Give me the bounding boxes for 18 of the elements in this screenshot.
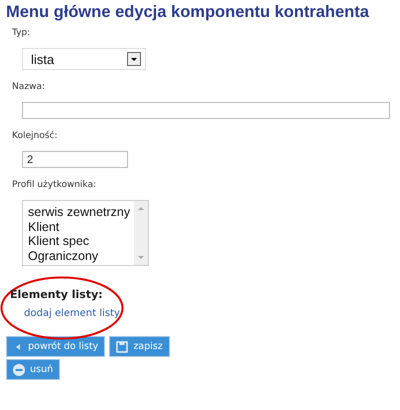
- minus-circle-icon: [13, 364, 25, 376]
- section-heading: Elementy listy:: [10, 288, 104, 301]
- list-option[interactable]: Ograniczony: [28, 248, 130, 263]
- type-select[interactable]: lista: [22, 48, 146, 70]
- list-option[interactable]: Klient: [28, 220, 130, 234]
- list-option[interactable]: Klient spec: [28, 234, 130, 248]
- field-label: Profil użytkownika:: [12, 180, 98, 190]
- field-label: Kolejność:: [12, 131, 58, 141]
- profile-listbox[interactable]: serwis zewnetrzny Klient Klient spec Ograniczony: [22, 200, 149, 266]
- save-icon: [116, 340, 128, 352]
- text-input[interactable]: 2: [22, 151, 128, 168]
- list-option[interactable]: serwis zewnetrzny: [28, 205, 130, 220]
- field-label: Typ:: [12, 28, 32, 38]
- add-list-item-link[interactable]: dodaj element listy: [24, 308, 120, 319]
- page-title: Menu główne edycja komponentu kontrahenta: [6, 2, 370, 22]
- scrollbar[interactable]: [134, 201, 148, 265]
- text-input[interactable]: [22, 102, 390, 119]
- field-label: Nazwa:: [12, 82, 46, 92]
